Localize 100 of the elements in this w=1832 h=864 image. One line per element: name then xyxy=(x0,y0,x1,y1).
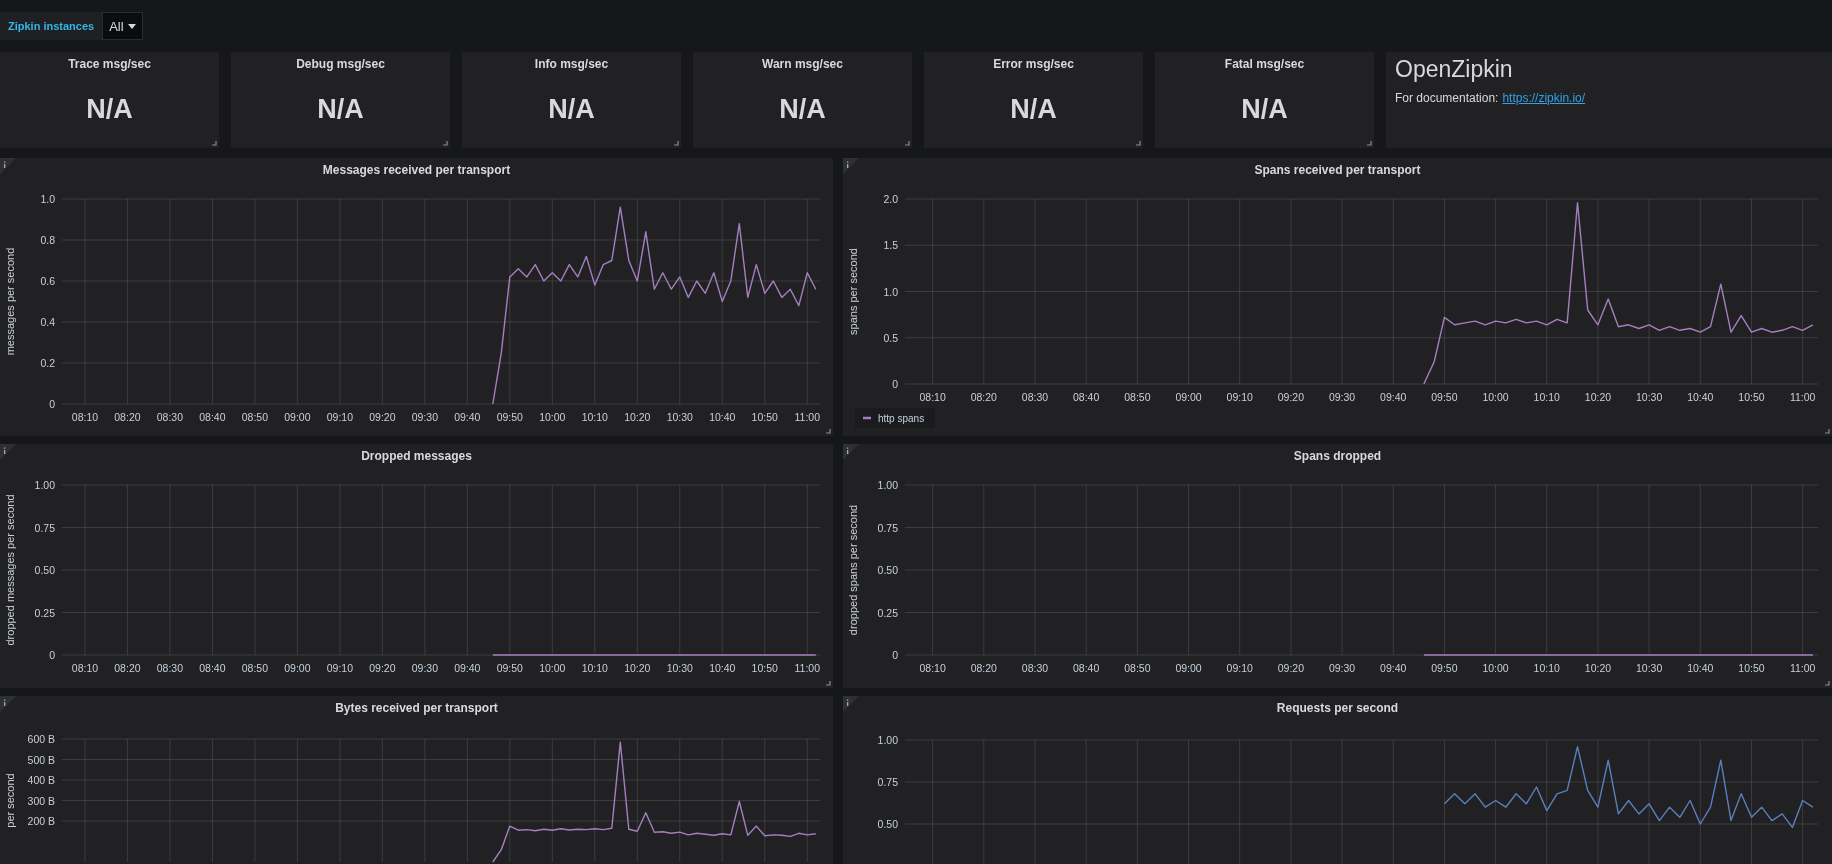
x-tick-label: 10:50 xyxy=(1738,391,1765,403)
stat-value: N/A xyxy=(317,94,364,125)
x-tick-label: 08:50 xyxy=(1124,662,1151,674)
resize-handle-icon[interactable] xyxy=(212,141,217,146)
stat-value: N/A xyxy=(779,94,826,125)
panel-title: Fatal msg/sec xyxy=(1224,57,1305,71)
variable-label: Zipkin instances xyxy=(0,12,103,40)
x-tick-label: 09:40 xyxy=(1380,391,1407,403)
x-tick-label: 10:10 xyxy=(1533,662,1560,674)
y-axis-title: messages per second xyxy=(4,247,16,356)
x-tick-label: 09:30 xyxy=(411,662,438,674)
x-tick-label: 08:10 xyxy=(71,662,99,674)
x-tick-label: 09:20 xyxy=(369,411,396,423)
x-tick-label: 10:50 xyxy=(751,411,778,423)
y-tick-label: 0.2 xyxy=(40,357,55,369)
x-tick-label: 08:30 xyxy=(1021,391,1049,403)
resize-handle-icon[interactable] xyxy=(443,141,448,146)
y-tick-label: 0.25 xyxy=(34,606,55,619)
x-tick-label: 09:00 xyxy=(284,411,311,423)
x-tick-label: 11:00 xyxy=(1789,662,1816,674)
info-icon[interactable] xyxy=(843,696,859,712)
y-axis-title: dropped spans per second xyxy=(847,504,859,636)
x-tick-label: 08:20 xyxy=(114,662,141,674)
x-tick-label: 08:50 xyxy=(241,662,269,674)
x-tick-label: 08:30 xyxy=(156,411,184,423)
y-tick-label: 0.4 xyxy=(40,316,55,328)
info-icon[interactable] xyxy=(843,444,859,460)
panel-title: Warn msg/sec xyxy=(762,57,843,71)
resize-handle-icon[interactable] xyxy=(826,429,831,434)
x-tick-label: 09:30 xyxy=(411,411,438,423)
x-tick-label: 09:00 xyxy=(284,662,311,674)
resize-handle-icon[interactable] xyxy=(905,141,910,146)
y-tick-label: 0.8 xyxy=(40,234,55,246)
x-tick-label: 08:40 xyxy=(1073,662,1100,674)
info-icon[interactable] xyxy=(0,158,16,174)
resize-handle-icon[interactable] xyxy=(1825,429,1830,434)
x-tick-label: 09:50 xyxy=(1431,391,1458,403)
x-tick-label: 11:00 xyxy=(794,662,820,674)
y-axis-title: dropped messages per second xyxy=(4,494,16,646)
resize-handle-icon[interactable] xyxy=(1825,681,1830,686)
x-tick-label: 10:20 xyxy=(624,411,651,423)
legend-label[interactable]: http spans xyxy=(878,413,925,424)
y-tick-label: 0 xyxy=(892,378,898,390)
x-tick-label: 09:10 xyxy=(1226,662,1253,674)
x-tick-label: 08:40 xyxy=(1073,391,1100,403)
y-tick-label: 0.75 xyxy=(877,776,898,788)
y-tick-label: 0 xyxy=(49,398,55,410)
x-tick-label: 10:30 xyxy=(1635,662,1663,674)
y-tick-label: 0 xyxy=(892,649,898,661)
x-tick-label: 09:50 xyxy=(1431,662,1458,674)
doc-link[interactable]: https://zipkin.io/ xyxy=(1502,91,1586,105)
y-tick-label: 0.75 xyxy=(34,521,55,534)
variable-dropdown[interactable]: All xyxy=(102,12,143,40)
resize-handle-icon[interactable] xyxy=(1367,141,1372,146)
y-tick-label: 200 B xyxy=(27,815,55,827)
x-tick-label: 10:00 xyxy=(1482,391,1509,403)
x-tick-label: 10:20 xyxy=(624,662,651,674)
x-tick-label: 10:40 xyxy=(709,662,736,674)
y-tick-label: 300 B xyxy=(27,794,55,807)
x-tick-label: 09:00 xyxy=(1175,662,1202,674)
x-tick-label: 09:30 xyxy=(1328,391,1356,403)
resize-handle-icon[interactable] xyxy=(826,681,831,686)
x-tick-label: 10:00 xyxy=(539,411,566,423)
x-tick-label: 08:30 xyxy=(1021,662,1049,674)
info-icon[interactable] xyxy=(0,444,16,460)
x-tick-label: 10:20 xyxy=(1584,391,1612,403)
x-tick-label: 08:10 xyxy=(919,391,946,403)
x-tick-label: 08:10 xyxy=(71,411,99,423)
y-axis-title: spans per second xyxy=(847,248,859,335)
x-tick-label: 08:30 xyxy=(156,662,184,674)
doc-text: For documentation: xyxy=(1395,91,1499,105)
chart-title: Spans dropped xyxy=(1293,449,1382,463)
y-tick-label: 500 B xyxy=(27,753,55,766)
x-tick-label: 09:10 xyxy=(1226,391,1253,403)
resize-handle-icon[interactable] xyxy=(674,141,679,146)
info-icon[interactable] xyxy=(0,696,16,712)
x-tick-label: 09:00 xyxy=(1175,391,1202,403)
resize-handle-icon[interactable] xyxy=(1136,141,1141,146)
y-tick-label: 600 B xyxy=(27,733,55,745)
x-tick-label: 08:10 xyxy=(919,662,946,674)
x-tick-label: 09:10 xyxy=(326,411,353,423)
chart-title: Dropped messages xyxy=(361,449,472,463)
y-axis-title: per second xyxy=(4,773,16,828)
panel-title: Debug msg/sec xyxy=(296,57,385,71)
x-tick-label: 10:00 xyxy=(1482,662,1509,674)
panel-title: OpenZipkin xyxy=(1395,56,1514,83)
y-tick-label: 0.25 xyxy=(877,606,898,619)
info-icon[interactable] xyxy=(843,158,859,174)
y-tick-label: 1.5 xyxy=(883,239,898,252)
x-tick-label: 09:40 xyxy=(454,662,481,674)
panel-title: Error msg/sec xyxy=(993,57,1074,71)
x-tick-label: 08:50 xyxy=(241,411,269,423)
x-tick-label: 09:30 xyxy=(1328,662,1356,674)
x-tick-label: 10:50 xyxy=(751,662,778,674)
x-tick-label: 10:10 xyxy=(581,662,608,674)
y-tick-label: 1.00 xyxy=(34,479,55,491)
x-tick-label: 08:20 xyxy=(970,391,997,403)
x-tick-label: 10:30 xyxy=(1635,391,1663,403)
y-tick-label: 1.00 xyxy=(877,479,898,491)
y-tick-label: 0.50 xyxy=(34,564,55,576)
